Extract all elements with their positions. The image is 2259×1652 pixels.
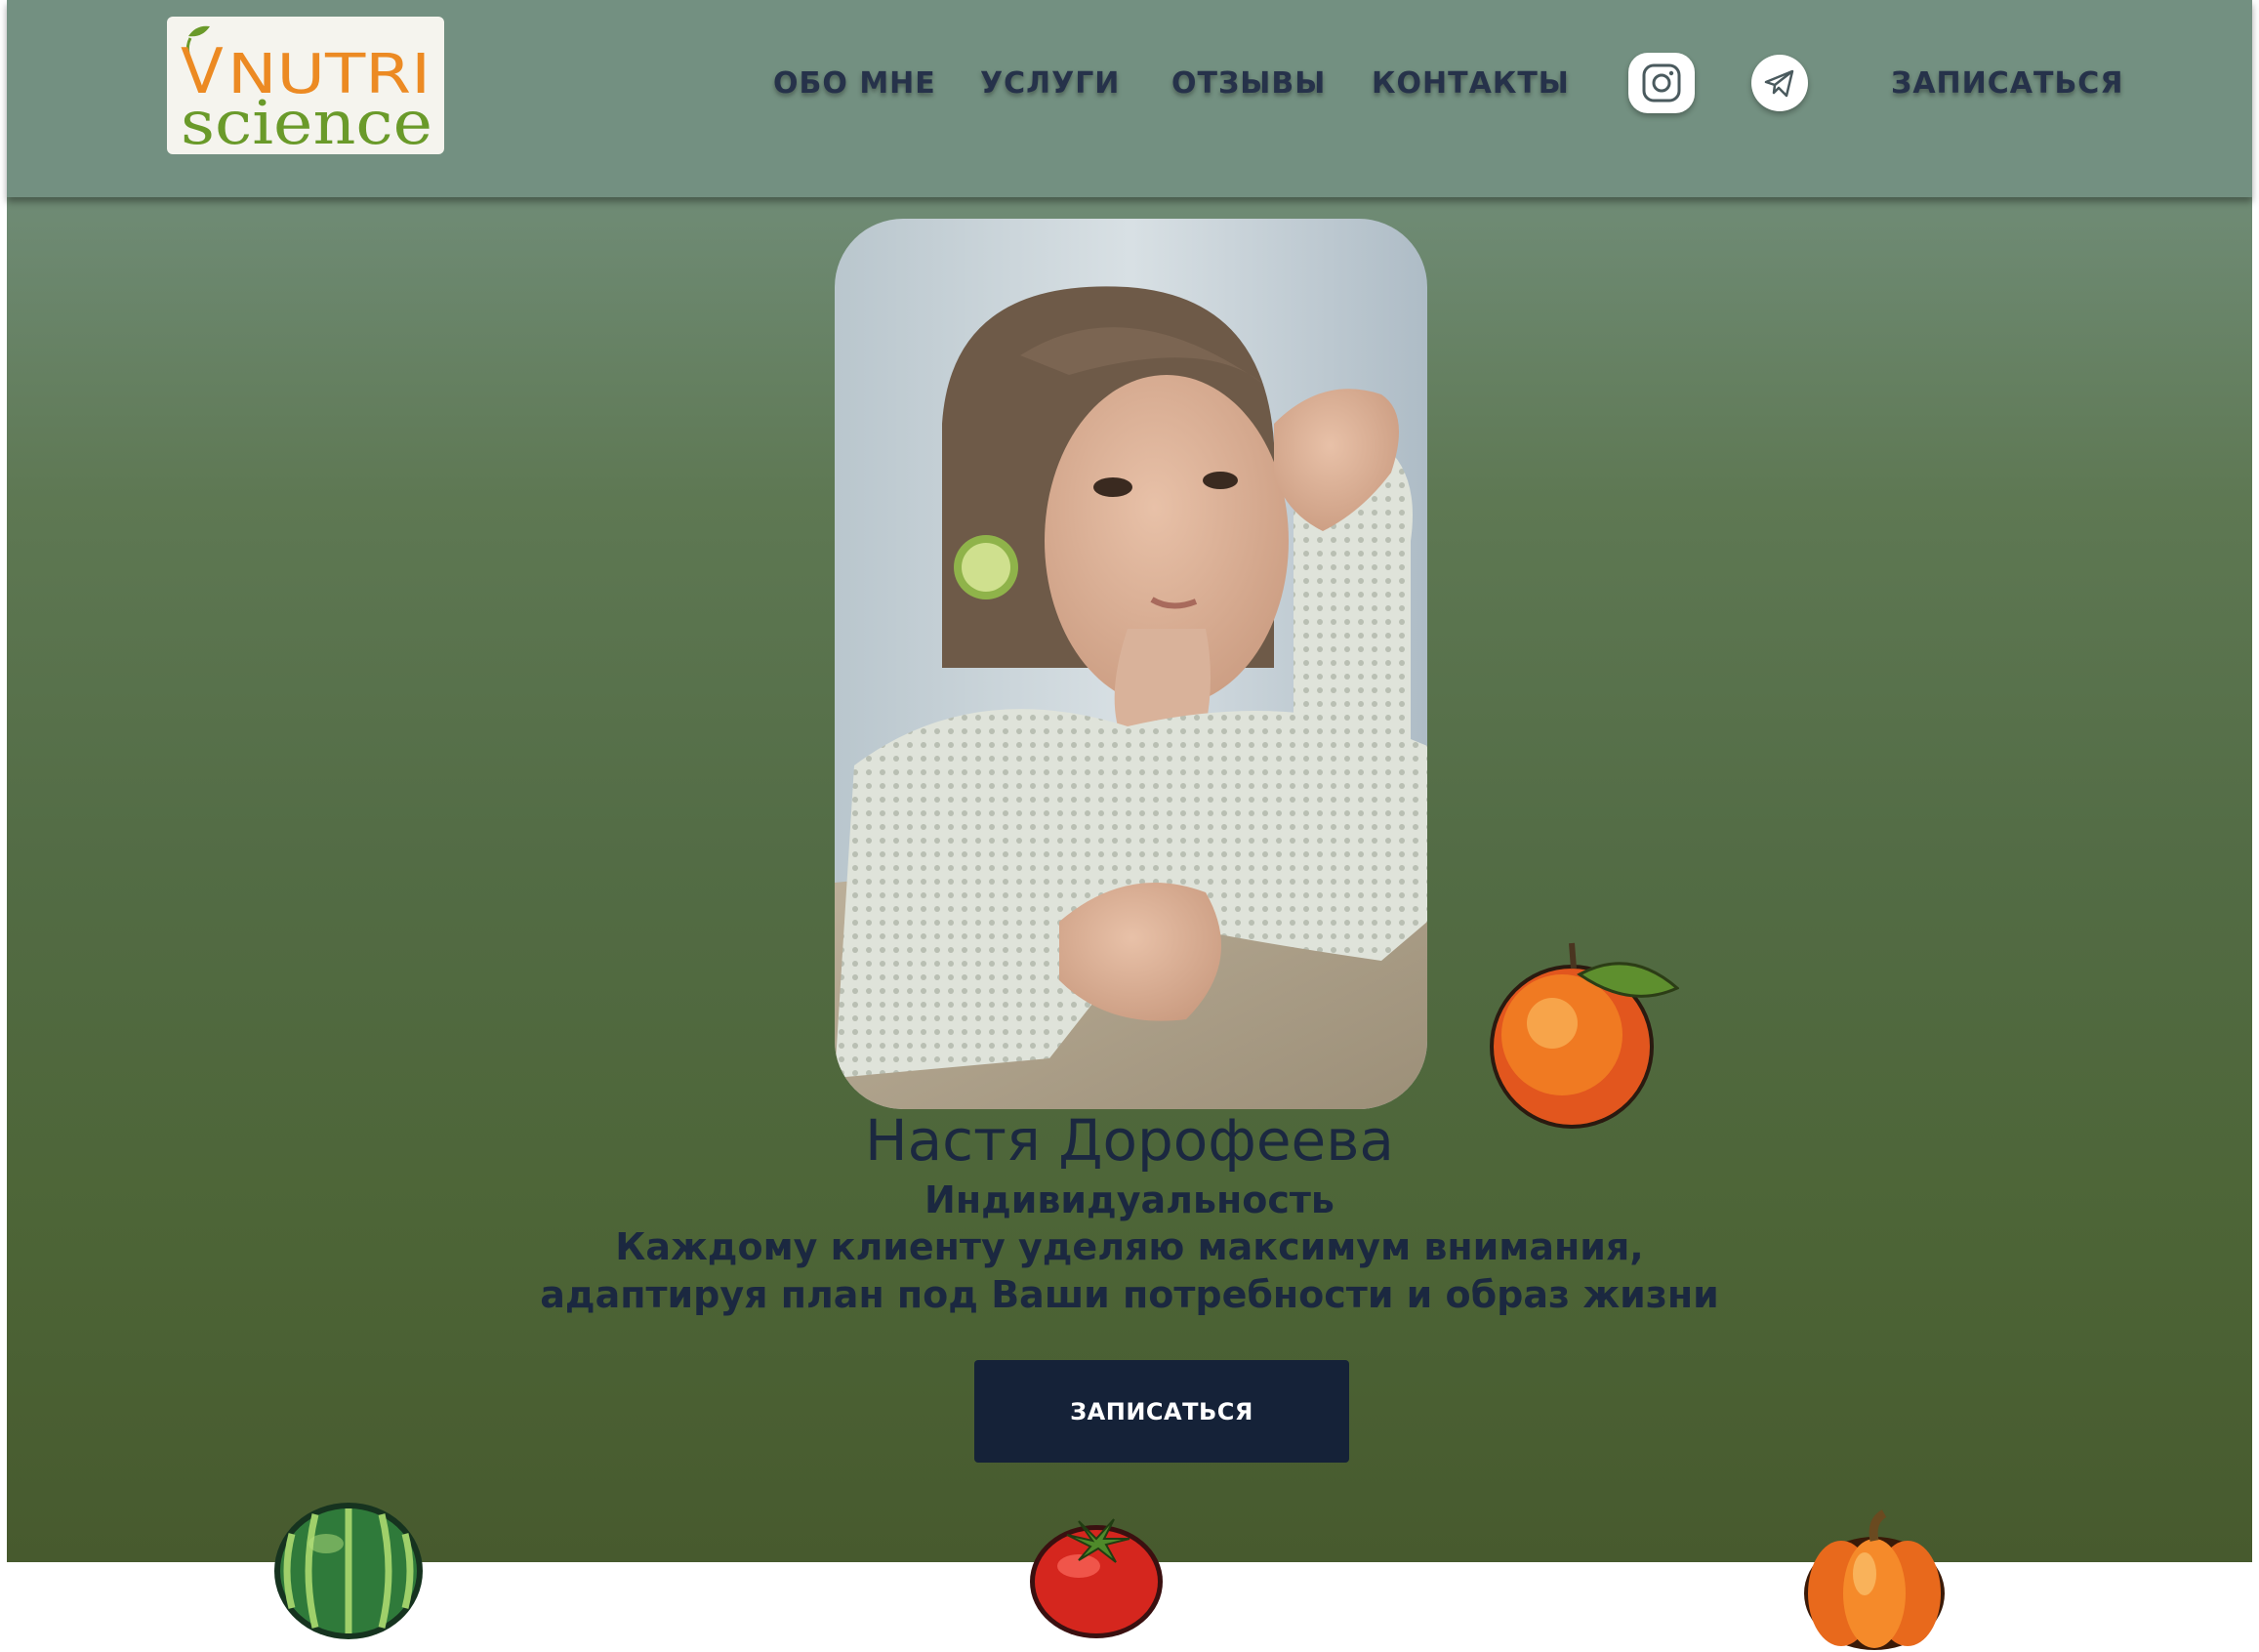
site-logo[interactable]: V NUTRI science [167,17,444,154]
hero-signup-button[interactable]: ЗАПИСАТЬСЯ [974,1360,1349,1463]
watermelon-illustration [272,1499,425,1641]
instagram-link[interactable] [1628,53,1695,113]
tomato-illustration [1028,1511,1165,1640]
tagline-line-1: Каждому клиенту уделяю максимум внимания… [615,1225,1644,1268]
nav-link-reviews[interactable]: ОТЗЫВЫ [1171,66,1326,101]
orange-illustration [1484,937,1679,1133]
nav-link-about[interactable]: ОБО МНЕ [773,66,936,101]
tagline-line-2: адаптируя план под Ваши потребности и об… [540,1273,1719,1316]
telegram-icon [1764,69,1794,98]
instagram-icon [1642,63,1681,103]
nav-link-services[interactable]: УСЛУГИ [980,66,1120,101]
logo-image: V NUTRI science [181,25,432,154]
specialist-name: Настя Дорофеева [865,1107,1394,1174]
tagline-title: Индивидуальность [924,1178,1335,1221]
pumpkin-illustration [1802,1509,1947,1652]
telegram-link[interactable] [1751,55,1808,111]
header-signup-button[interactable]: ЗАПИСАТЬСЯ [1891,66,2123,101]
nav-link-contacts[interactable]: КОНТАКТЫ [1372,66,1570,101]
logo-science-text: science [181,87,432,154]
profile-photo [835,219,1427,1109]
site-header: V NUTRI science ОБО МНЕ УСЛУГИ ОТЗЫВЫ КО… [7,0,2252,197]
